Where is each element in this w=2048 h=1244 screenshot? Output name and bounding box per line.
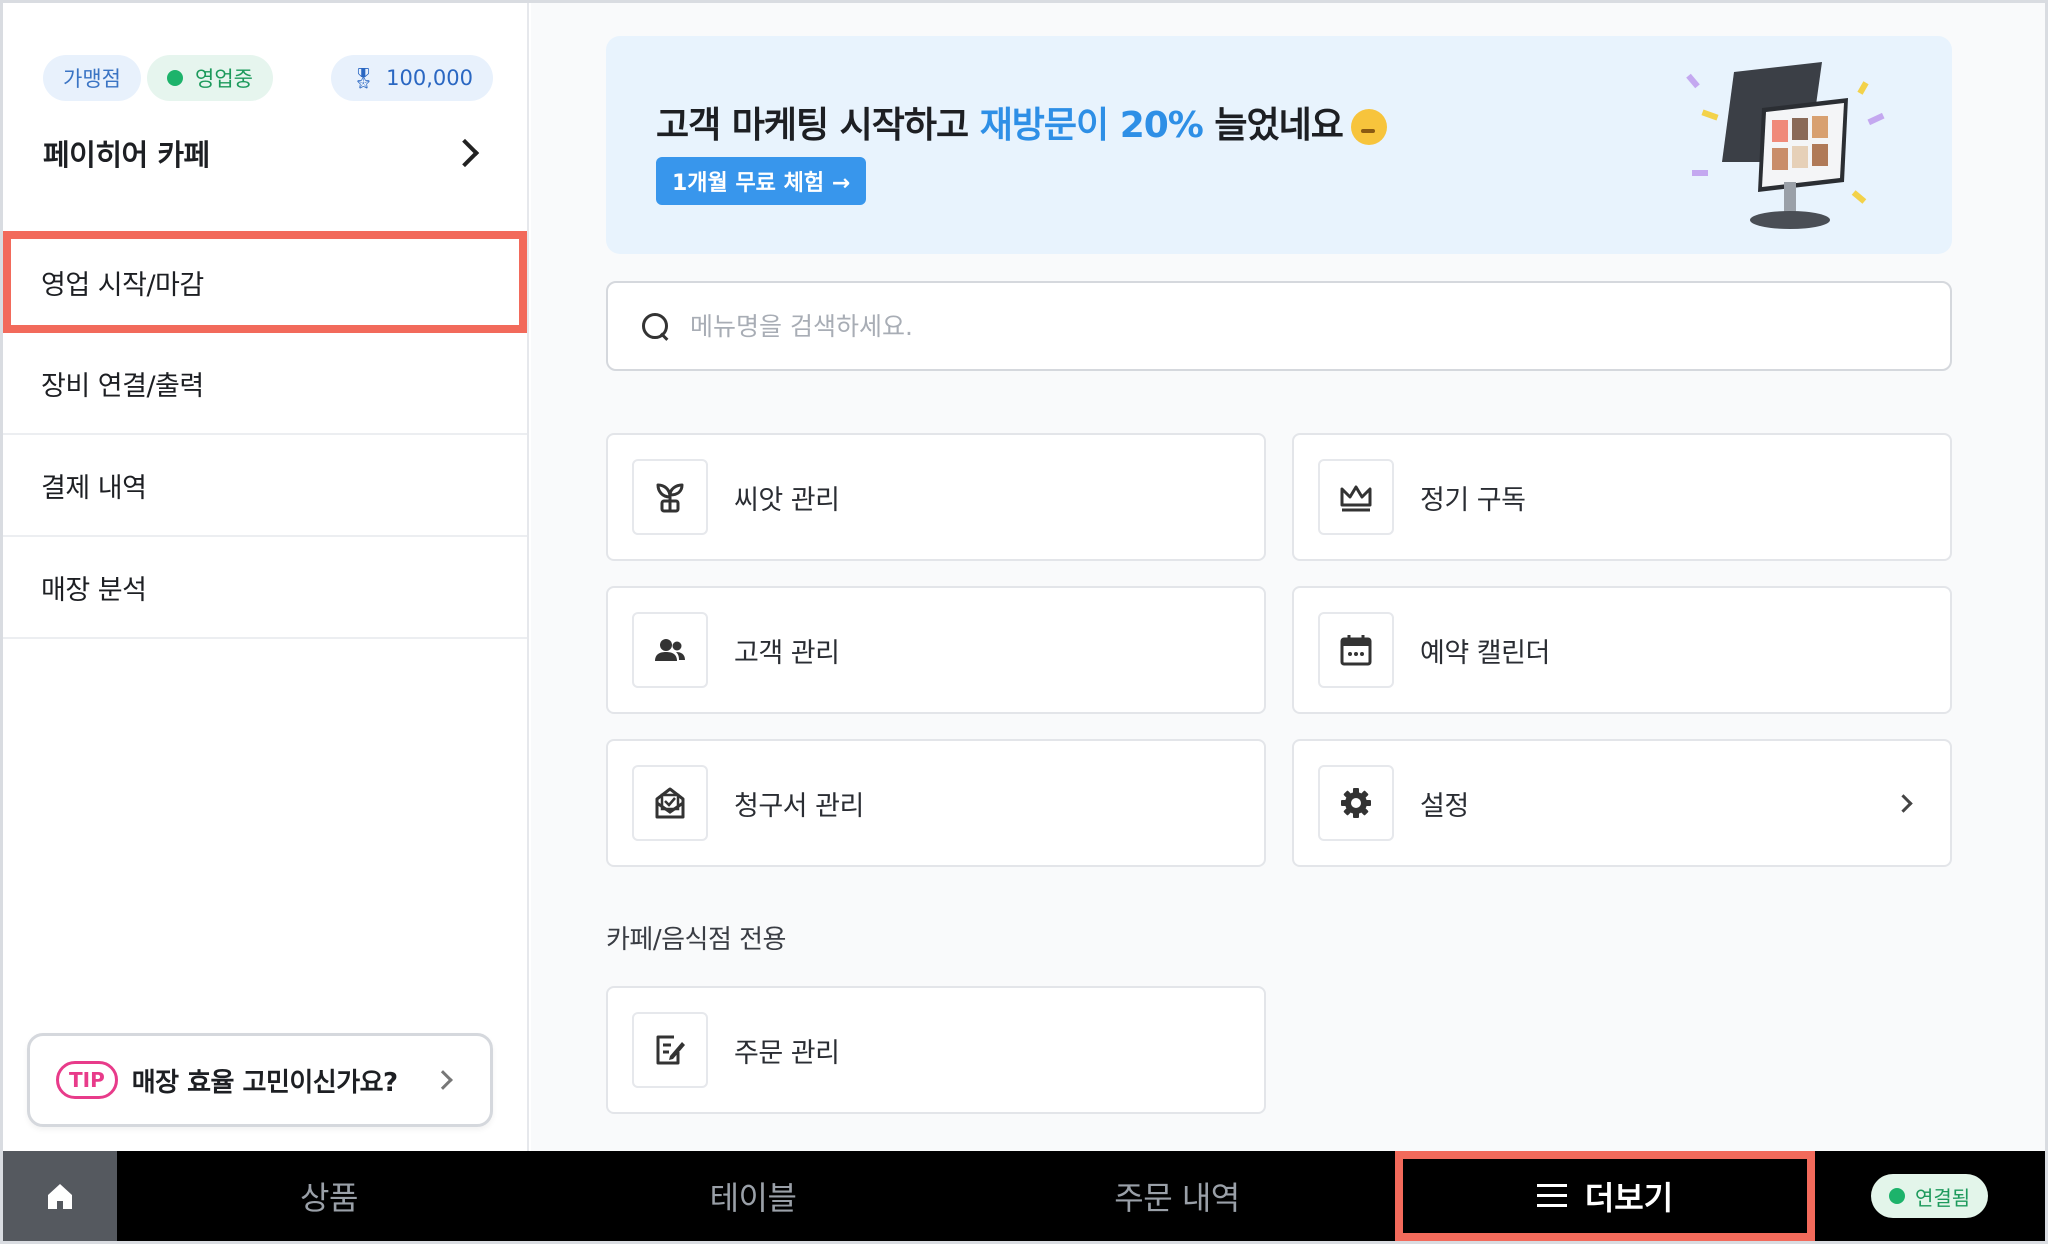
edit-note-icon — [632, 1012, 708, 1088]
store-selector[interactable]: 페이히어 카페 — [43, 125, 487, 181]
reservation-calendar-card[interactable]: 예약 캘린더 — [1292, 586, 1952, 714]
franchise-badge-label: 가맹점 — [63, 67, 121, 91]
card-label: 고객 관리 — [734, 637, 840, 669]
card-label: 청구서 관리 — [734, 790, 864, 822]
connection-status-label: 연결됨 — [1915, 1185, 1971, 1210]
connection-status-badge: 연결됨 — [1871, 1174, 1989, 1218]
chevron-right-icon — [1894, 794, 1913, 813]
medal-icon: 🎖 — [350, 66, 377, 90]
tip-text: 매장 효율 고민이신가요? — [131, 1067, 398, 1098]
sprout-icon — [632, 459, 708, 535]
banner-title-highlight: 재방문이 20% — [979, 105, 1204, 146]
search-input[interactable] — [690, 311, 1890, 341]
sidebar-item-store-analytics[interactable]: 매장 분석 — [3, 537, 527, 639]
free-trial-button[interactable]: 1개월 무료 체험 → — [656, 157, 867, 205]
banner-title-prefix: 고객 마케팅 시작하고 — [656, 105, 980, 146]
status-badges: 가맹점 영업중 🎖 100,000 — [43, 55, 493, 101]
order-management-card[interactable]: 주문 관리 — [606, 986, 1266, 1114]
open-status-label: 영업중 — [195, 67, 253, 91]
tip-banner[interactable]: TIP 매장 효율 고민이신가요? — [27, 1033, 493, 1127]
tab-tables[interactable]: 테이블 — [541, 1151, 965, 1241]
search-icon — [640, 311, 670, 341]
tip-badge: TIP — [56, 1061, 118, 1099]
tab-more[interactable]: 더보기 — [1395, 1151, 1815, 1241]
banner-title-suffix: 늘었네요 — [1202, 105, 1343, 146]
home-icon — [48, 1184, 72, 1209]
sidebar-item-business-open-close[interactable]: 영업 시작/마감 — [3, 231, 527, 333]
bottom-navigation: 상품 테이블 주문 내역 더보기 연결됨 — [3, 1151, 2045, 1241]
users-icon — [632, 612, 708, 688]
pos-device-illustration — [1686, 62, 1885, 229]
crown-icon — [1318, 459, 1394, 535]
sidebar-menu: 영업 시작/마감 장비 연결/출력 결제 내역 매장 분석 — [3, 231, 527, 639]
promo-banner[interactable]: 고객 마케팅 시작하고 재방문이 20% 늘었네요 1개월 무료 체험 → — [606, 36, 1952, 254]
banner-title: 고객 마케팅 시작하고 재방문이 20% 늘었네요 — [656, 96, 1387, 148]
invoice-management-card[interactable]: 청구서 관리 — [606, 739, 1266, 867]
tab-label: 상품 — [300, 1179, 358, 1217]
sidebar-item-label: 영업 시작/마감 — [41, 269, 204, 301]
tab-label: 주문 내역 — [1114, 1179, 1240, 1217]
settings-card[interactable]: 설정 — [1292, 739, 1952, 867]
points-value: 100,000 — [386, 66, 473, 90]
card-label: 설정 — [1420, 790, 1469, 822]
customer-management-card[interactable]: 고객 관리 — [606, 586, 1266, 714]
sidebar-item-label: 결제 내역 — [41, 472, 147, 504]
status-dot-icon — [167, 70, 183, 86]
open-status-badge: 영업중 — [147, 55, 273, 101]
franchise-badge: 가맹점 — [43, 55, 141, 101]
main-content: 고객 마케팅 시작하고 재방문이 20% 늘었네요 1개월 무료 체험 → 메뉴… — [531, 3, 2045, 1151]
sidebar-item-device-connection[interactable]: 장비 연결/출력 — [3, 333, 527, 435]
tab-products[interactable]: 상품 — [117, 1151, 541, 1241]
sidebar-item-payment-history[interactable]: 결제 내역 — [3, 435, 527, 537]
sidebar-item-label: 장비 연결/출력 — [41, 370, 204, 402]
subscription-card[interactable]: 정기 구독 — [1292, 433, 1952, 561]
store-name: 페이히어 카페 — [43, 138, 210, 172]
points-badge[interactable]: 🎖 100,000 — [330, 55, 493, 101]
sidebar: 가맹점 영업중 🎖 100,000 페이히어 카페 영업 시작/마감 장비 연결… — [3, 3, 529, 1151]
card-label: 주문 관리 — [734, 1037, 840, 1069]
calendar-icon — [1318, 612, 1394, 688]
tab-label: 더보기 — [1584, 1179, 1674, 1217]
shushing-face-emoji-icon — [1350, 109, 1387, 145]
card-label: 예약 캘린더 — [1420, 637, 1550, 669]
section-title: 카페/음식점 전용 — [606, 925, 786, 955]
tab-order-history[interactable]: 주문 내역 — [965, 1151, 1389, 1241]
sidebar-item-label: 매장 분석 — [41, 574, 147, 606]
card-label: 씨앗 관리 — [734, 484, 840, 516]
chevron-right-icon — [450, 138, 480, 168]
card-label: 정기 구독 — [1420, 484, 1526, 516]
hamburger-icon — [1536, 1184, 1567, 1208]
home-button[interactable] — [3, 1151, 117, 1241]
tab-label: 테이블 — [709, 1179, 797, 1217]
status-dot-icon — [1889, 1188, 1905, 1204]
chevron-right-icon — [433, 1070, 453, 1090]
seed-management-card[interactable]: 씨앗 관리 — [606, 433, 1266, 561]
mail-invoice-icon — [632, 765, 708, 841]
menu-search-bar[interactable] — [606, 281, 1952, 371]
gear-icon — [1318, 765, 1394, 841]
